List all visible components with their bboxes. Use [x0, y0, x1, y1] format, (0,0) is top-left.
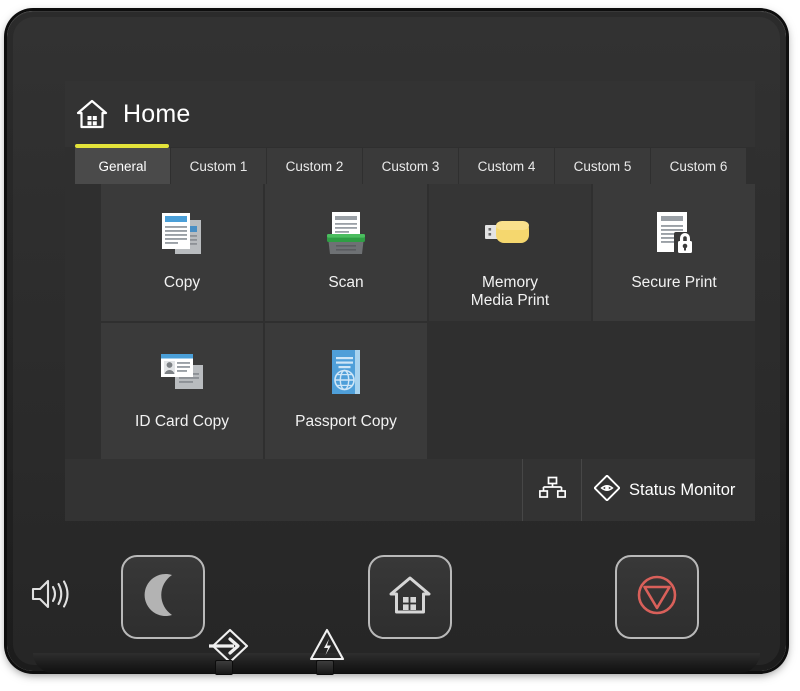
- tab-label: Custom 4: [477, 158, 536, 174]
- tile-memory-media-print[interactable]: Memory Media Print: [429, 184, 591, 321]
- network-status-button[interactable]: [522, 459, 581, 521]
- tab-custom-3[interactable]: Custom 3: [363, 148, 459, 184]
- tab-label: Custom 3: [381, 158, 440, 174]
- printer-control-panel-device: Home General Custom 1 Custom 2 Custom 3 …: [7, 11, 786, 673]
- tile-label: Scan: [328, 274, 364, 291]
- scanner-icon: [315, 202, 377, 268]
- status-monitor-label: Status Monitor: [629, 480, 736, 499]
- tab-custom-6[interactable]: Custom 6: [651, 148, 747, 184]
- tile-passport-copy[interactable]: Passport Copy: [265, 322, 427, 459]
- data-indicator-lamp: [215, 660, 233, 675]
- home-house-icon: [388, 573, 432, 622]
- tile-label: Memory Media Print: [471, 274, 549, 310]
- device-bottom-lip: [33, 653, 760, 673]
- screen-status-bar: Status Monitor: [65, 459, 755, 521]
- stop-button[interactable]: [615, 555, 699, 639]
- lcd-touchscreen[interactable]: Home General Custom 1 Custom 2 Custom 3 …: [65, 81, 755, 521]
- page-title: Home: [123, 99, 191, 128]
- stop-circle-triangle-icon: [633, 571, 681, 624]
- home-title-group: Home: [75, 97, 191, 131]
- network-tree-icon: [538, 476, 566, 505]
- tab-custom-4[interactable]: Custom 4: [459, 148, 555, 184]
- tab-label: Custom 2: [285, 158, 344, 174]
- usb-flash-drive-icon: [479, 202, 541, 268]
- tile-label: Copy: [163, 274, 201, 291]
- tab-label: Custom 5: [573, 158, 632, 174]
- tile-label: ID Card Copy: [135, 412, 229, 430]
- passport-book-icon: [315, 341, 377, 407]
- tile-empty-slot: [429, 322, 591, 459]
- tile-id-card-copy[interactable]: ID Card Copy: [101, 322, 263, 459]
- document-lock-icon: [643, 202, 705, 268]
- tile-label: Passport Copy: [295, 412, 397, 430]
- screen-header: Home: [65, 81, 755, 147]
- tile-label-line1: Memory: [482, 274, 538, 291]
- speaker-volume-icon: [29, 576, 73, 617]
- tile-scan[interactable]: Scan: [265, 184, 427, 321]
- tab-label: Custom 6: [669, 158, 728, 174]
- tile-label-line2: Media Print: [470, 291, 550, 309]
- tile-secure-print[interactable]: Secure Print: [593, 184, 755, 321]
- status-monitor-button[interactable]: Status Monitor: [581, 459, 755, 521]
- id-card-icon: [151, 341, 213, 407]
- tab-custom-1[interactable]: Custom 1: [171, 148, 267, 184]
- tab-label: General: [98, 158, 147, 174]
- function-tile-grid: Copy Scan Memory Media Print Secure Prin…: [101, 184, 755, 459]
- error-indicator-lamp: [316, 660, 334, 675]
- eye-diamond-icon: [593, 473, 621, 506]
- tile-label: Secure Print: [631, 274, 717, 291]
- tile-copy[interactable]: Copy: [101, 184, 263, 321]
- tab-custom-2[interactable]: Custom 2: [267, 148, 363, 184]
- tab-custom-5[interactable]: Custom 5: [555, 148, 651, 184]
- copy-documents-icon: [151, 202, 213, 268]
- tab-general[interactable]: General: [75, 148, 171, 184]
- home-icon: [75, 97, 109, 131]
- crescent-moon-icon: [143, 573, 183, 622]
- tab-label: Custom 1: [189, 158, 248, 174]
- home-button[interactable]: [368, 555, 452, 639]
- tile-empty-slot: [593, 322, 755, 459]
- tab-bar[interactable]: General Custom 1 Custom 2 Custom 3 Custo…: [75, 148, 755, 184]
- sleep-button[interactable]: [121, 555, 205, 639]
